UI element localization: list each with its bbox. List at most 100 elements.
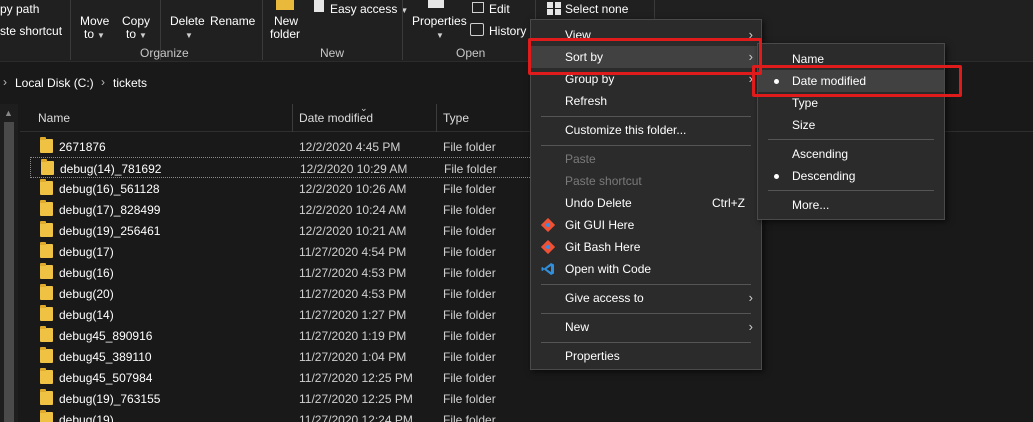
file-name: debug(14)_781692 (60, 162, 162, 176)
folder-icon (40, 242, 53, 258)
file-name: debug(14) (59, 308, 114, 322)
file-name: debug(17)_828499 (59, 203, 161, 217)
menu-item-paste[interactable]: Paste (531, 148, 761, 170)
file-row[interactable]: 2671876 12/2/2020 4:45 PM File folder (30, 136, 550, 157)
history-icon (470, 23, 484, 36)
breadcrumb-drive[interactable]: Local Disk (C:) (15, 76, 94, 90)
group-label-open: Open (456, 46, 486, 60)
file-row[interactable]: debug(17) 11/27/2020 4:54 PM File folder (30, 241, 550, 262)
copy-path-button[interactable]: py path (0, 2, 39, 16)
file-date: 11/27/2020 4:53 PM (299, 287, 407, 301)
chevron-right-icon: › (101, 75, 105, 89)
select-none-icon (547, 2, 561, 15)
file-row[interactable]: debug(17)_828499 12/2/2020 10:24 AM File f… (30, 199, 550, 220)
easy-access-label: Easy access ▼ (330, 2, 409, 16)
scroll-up-icon[interactable]: ▲ (4, 108, 13, 118)
file-row[interactable]: debug(19) 11/27/2020 12:24 PM File folder (30, 409, 550, 422)
folder-icon (40, 305, 53, 321)
move-to-label: Move (80, 14, 110, 28)
file-name: debug45_507984 (59, 371, 153, 385)
chevron-down-icon: ▼ (185, 31, 193, 40)
menu-item-git-gui[interactable]: Git GUI Here (531, 214, 761, 236)
menu-item-new[interactable]: New › (531, 316, 761, 338)
file-row[interactable]: debug45_389110 11/27/2020 1:04 PM File fol… (30, 346, 550, 367)
column-header-type[interactable]: Type (443, 111, 469, 125)
chevron-down-icon: ▼ (97, 31, 105, 40)
folder-icon (40, 221, 53, 237)
chevron-down-icon: ▼ (436, 31, 444, 40)
select-none-label: Select none (565, 2, 629, 16)
file-type: File folder (443, 182, 496, 196)
file-row[interactable]: debug45_507984 11/27/2020 12:25 PM File fo… (30, 367, 550, 388)
rename-button[interactable]: Rename (210, 14, 255, 28)
menu-item-undo-delete[interactable]: Undo Delete Ctrl+Z (531, 192, 761, 214)
file-type: File folder (443, 224, 496, 238)
menu-item-open-with-code[interactable]: Open with Code (531, 258, 761, 280)
radio-bullet-icon (774, 174, 779, 179)
new-folder-icon (276, 0, 294, 10)
file-row[interactable]: debug(16)_561128 12/2/2020 10:26 AM File f… (30, 178, 550, 199)
sort-option-descending[interactable]: Descending (758, 165, 944, 187)
file-date: 12/2/2020 10:29 AM (300, 162, 408, 176)
column-header-date[interactable]: Date modified (299, 111, 373, 125)
sort-option-size[interactable]: Size (758, 114, 944, 136)
scrollbar-thumb[interactable] (4, 122, 14, 422)
file-date: 12/2/2020 10:24 AM (299, 203, 407, 217)
file-row[interactable]: debug(16) 11/27/2020 4:53 PM File folder (30, 262, 550, 283)
file-type: File folder (443, 203, 496, 217)
file-name: debug(20) (59, 287, 114, 301)
menu-item-git-bash[interactable]: Git Bash Here (531, 236, 761, 258)
file-row[interactable]: debug45_890916 11/27/2020 1:19 PM File fol… (30, 325, 550, 346)
group-label-organize: Organize (140, 46, 189, 60)
new-folder-label-2: folder (270, 27, 301, 41)
file-date: 11/27/2020 1:19 PM (299, 329, 407, 343)
file-name: debug45_890916 (59, 329, 153, 343)
file-type: File folder (443, 392, 496, 406)
properties-label: Properties (412, 14, 467, 28)
document-icon (314, 0, 324, 12)
menu-item-customize[interactable]: Customize this folder... (531, 119, 761, 141)
copy-to-label-2: to ▼ (126, 27, 147, 41)
menu-item-refresh[interactable]: Refresh (531, 90, 761, 112)
highlight-box-date-modified (752, 65, 962, 97)
file-row[interactable]: debug(20) 11/27/2020 4:53 PM File folder (30, 283, 550, 304)
file-type: File folder (443, 245, 496, 259)
paste-shortcut-button[interactable]: ste shortcut (0, 24, 62, 38)
file-type: File folder (443, 140, 496, 154)
move-to-label-2: to ▼ (84, 27, 105, 41)
file-date: 11/27/2020 1:04 PM (299, 350, 407, 364)
file-date: 11/27/2020 4:54 PM (299, 245, 407, 259)
breadcrumb-folder[interactable]: tickets (113, 76, 147, 90)
file-date: 11/27/2020 4:53 PM (299, 266, 407, 280)
menu-item-paste-shortcut[interactable]: Paste shortcut (531, 170, 761, 192)
file-type: File folder (443, 287, 496, 301)
file-row[interactable]: debug(19)_256461 12/2/2020 10:21 AM File f… (30, 220, 550, 241)
file-row[interactable]: debug(14) 11/27/2020 1:27 PM File folder (30, 304, 550, 325)
menu-item-give-access[interactable]: Give access to › (531, 287, 761, 309)
menu-item-properties[interactable]: Properties (531, 345, 761, 367)
file-row[interactable]: debug(14)_781692 12/2/2020 10:29 AM File f… (30, 157, 550, 178)
folder-icon (40, 284, 53, 300)
chevron-right-icon: › (3, 75, 7, 89)
file-name: debug(19) (59, 413, 114, 422)
file-type: File folder (443, 371, 496, 385)
git-icon (541, 240, 555, 254)
folder-icon (40, 368, 53, 384)
file-type: File folder (443, 350, 496, 364)
folder-icon (40, 410, 53, 422)
file-date: 11/27/2020 12:24 PM (299, 413, 413, 422)
column-header-name[interactable]: Name (38, 111, 70, 125)
file-type: File folder (443, 308, 496, 322)
chevron-right-icon: › (748, 290, 753, 305)
sort-option-more[interactable]: More... (758, 194, 944, 216)
folder-icon (41, 159, 54, 175)
edit-icon (472, 2, 484, 13)
folder-icon (40, 326, 53, 342)
sort-option-ascending[interactable]: Ascending (758, 143, 944, 165)
file-name: debug(17) (59, 245, 114, 259)
vscode-icon (541, 263, 554, 275)
folder-icon (40, 389, 53, 405)
file-name: debug45_389110 (59, 350, 152, 364)
file-row[interactable]: debug(19)_763155 11/27/2020 12:25 PM File … (30, 388, 550, 409)
folder-icon (40, 179, 53, 195)
